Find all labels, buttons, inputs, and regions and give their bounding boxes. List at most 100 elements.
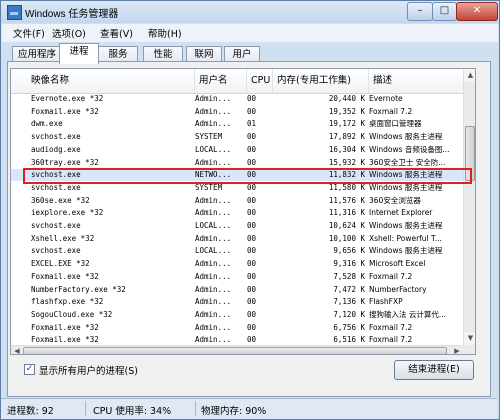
process-name: NumberFactory.exe *32 (31, 284, 126, 294)
process-row[interactable]: dwm.exe Admin... 01 19,172 K 桌面窗口管理器 (11, 118, 463, 130)
process-row[interactable]: Xshell.exe *32 Admin... 00 10,100 K Xshell: … (11, 233, 463, 245)
menu-bar: 文件(F) 选项(O) 查看(V) 帮助(H) (2, 24, 498, 42)
process-user: Admin... (195, 271, 232, 281)
column-description[interactable]: 描述 (369, 69, 463, 93)
process-description: Foxmail 7.2 (369, 335, 413, 345)
process-memory: 6,516 K (333, 335, 365, 345)
maximize-button[interactable]: □ (432, 2, 457, 21)
process-count: 进程数: 92 (7, 406, 54, 417)
process-cpu: 00 (247, 221, 257, 230)
close-button[interactable]: ✕ (456, 2, 498, 21)
process-memory: 19,352 K (328, 106, 365, 116)
process-memory: 6,756 K (333, 322, 365, 332)
process-cpu: 00 (247, 271, 257, 281)
vertical-scrollbar[interactable]: ▲ ▼ (463, 69, 475, 345)
process-cpu: 00 (247, 284, 257, 294)
process-row[interactable]: EXCEL.EXE *32 Admin... 00 9,316 K Microsoft … (11, 258, 463, 270)
status-separator (85, 401, 86, 416)
process-row[interactable]: Evernote.exe *32 Admin... 00 20,440 K Everno… (11, 93, 463, 105)
process-user: Admin... (195, 297, 232, 307)
scrollbar-corner (463, 345, 475, 354)
menu-options[interactable]: 选项(O) (52, 26, 86, 40)
process-row[interactable]: audiodg.exe LOCAL... 00 16,304 K Windows 音频设… (11, 144, 463, 156)
process-memory: 7,120 K (333, 309, 365, 319)
process-description: Windows 服务主进程 (369, 221, 443, 230)
scroll-left-arrow-icon[interactable]: ◀ (11, 346, 23, 354)
process-row[interactable]: iexplore.exe *32 Admin... 00 11,316 K Intern… (11, 207, 463, 219)
process-user: Admin... (195, 106, 232, 116)
process-memory: 9,316 K (333, 259, 365, 269)
process-name: Foxmail.exe *32 (31, 335, 99, 345)
process-name: Foxmail.exe *32 (31, 106, 99, 116)
process-row[interactable]: SogouCloud.exe *32 Admin... 00 7,120 K 搜狗输入法… (11, 309, 463, 321)
process-memory: 11,576 K (328, 195, 365, 205)
process-user: Admin... (195, 208, 232, 218)
show-all-users-checkbox[interactable]: ✓ (24, 364, 35, 375)
column-user-name[interactable]: 用户名 (195, 69, 247, 93)
process-user: LOCAL... (195, 246, 232, 256)
column-image-name[interactable]: 映像名称 (27, 69, 195, 93)
process-row[interactable]: Foxmail.exe *32 Admin... 00 19,352 K Foxmail… (11, 106, 463, 118)
horizontal-scrollbar[interactable]: ◀ ▶ (11, 345, 463, 354)
process-row[interactable]: svchost.exe LOCAL... 00 9,656 K Windows 服务主进… (11, 245, 463, 257)
horizontal-scroll-thumb[interactable] (23, 347, 447, 354)
process-name: iexplore.exe *32 (31, 208, 104, 218)
show-all-users-label[interactable]: 显示所有用户的进程(S) (39, 363, 138, 377)
process-user: Admin... (195, 284, 232, 294)
process-memory: 7,472 K (333, 284, 365, 294)
process-memory: 20,440 K (328, 94, 365, 103)
process-memory: 10,624 K (328, 221, 365, 230)
process-list[interactable]: 映像名称 用户名 CPU 内存(专用工作集) 描述 Evernote.exe *… (10, 68, 476, 355)
end-process-button[interactable]: 结束进程(E) (394, 360, 474, 380)
process-name: SogouCloud.exe *32 (31, 309, 113, 319)
process-name: svchost.exe (31, 132, 81, 142)
process-name: Evernote.exe *32 (31, 94, 104, 103)
process-name: Xshell.exe *32 (31, 233, 95, 243)
process-name: 360tray.exe *32 (31, 157, 99, 167)
process-row[interactable]: Foxmail.exe *32 Admin... 00 6,516 K Foxmail … (11, 334, 463, 345)
process-user: Admin... (195, 335, 232, 345)
process-description: Foxmail 7.2 (369, 271, 413, 281)
process-rows: Evernote.exe *32 Admin... 00 20,440 K Everno… (11, 93, 463, 345)
process-description: Windows 服务主进程 (369, 246, 443, 256)
physical-memory: 物理内存: 90% (201, 406, 267, 417)
process-cpu: 00 (247, 106, 257, 116)
process-description: Xshell: Powerful T... (369, 233, 442, 243)
column-memory[interactable]: 内存(专用工作集) (273, 69, 369, 93)
selection-highlight-box (23, 168, 472, 184)
process-cpu: 00 (247, 157, 257, 167)
process-description: 360安全卫士 安全防... (369, 157, 446, 167)
process-description: Windows 服务主进程 (369, 132, 443, 142)
process-row[interactable]: Foxmail.exe *32 Admin... 00 6,756 K Foxmail … (11, 322, 463, 334)
process-row[interactable]: svchost.exe LOCAL... 00 10,624 K Windows 服务主… (11, 220, 463, 232)
process-description: Microsoft Excel (369, 259, 426, 269)
process-cpu: 01 (247, 119, 257, 129)
process-user: LOCAL... (195, 144, 232, 154)
scroll-up-arrow-icon[interactable]: ▲ (464, 69, 475, 82)
process-description: NumberFactory (369, 284, 427, 294)
process-cpu: 00 (247, 309, 257, 319)
process-row[interactable]: NumberFactory.exe *32 Admin... 00 7,472 K Nu… (11, 284, 463, 296)
process-user: Admin... (195, 259, 232, 269)
process-name: EXCEL.EXE *32 (31, 259, 90, 269)
menu-help[interactable]: 帮助(H) (148, 26, 182, 40)
process-cpu: 00 (247, 132, 257, 142)
process-name: 360se.exe *32 (31, 195, 90, 205)
process-row[interactable]: 360tray.exe *32 Admin... 00 15,932 K 360安全卫士… (11, 157, 463, 169)
process-row[interactable]: Foxmail.exe *32 Admin... 00 7,528 K Foxmail … (11, 271, 463, 283)
column-cpu[interactable]: CPU (247, 69, 273, 93)
menu-view[interactable]: 查看(V) (100, 26, 133, 40)
process-row[interactable]: flashfxp.exe *32 Admin... 00 7,136 K FlashFX… (11, 296, 463, 308)
menu-file[interactable]: 文件(F) (13, 26, 45, 40)
minimize-button[interactable]: – (407, 2, 433, 21)
process-row[interactable]: 360se.exe *32 Admin... 00 11,576 K 360安全浏览器 (11, 195, 463, 207)
process-user: Admin... (195, 322, 232, 332)
window-title: Windows 任务管理器 (25, 9, 119, 20)
process-user: Admin... (195, 309, 232, 319)
scroll-down-arrow-icon[interactable]: ▼ (464, 332, 475, 345)
process-user: Admin... (195, 94, 232, 103)
scroll-right-arrow-icon[interactable]: ▶ (451, 346, 463, 354)
process-row[interactable]: svchost.exe SYSTEM 00 17,892 K Windows 服务主进程 (11, 131, 463, 143)
process-cpu: 00 (247, 297, 257, 307)
tab-processes[interactable]: 进程 (59, 43, 99, 64)
